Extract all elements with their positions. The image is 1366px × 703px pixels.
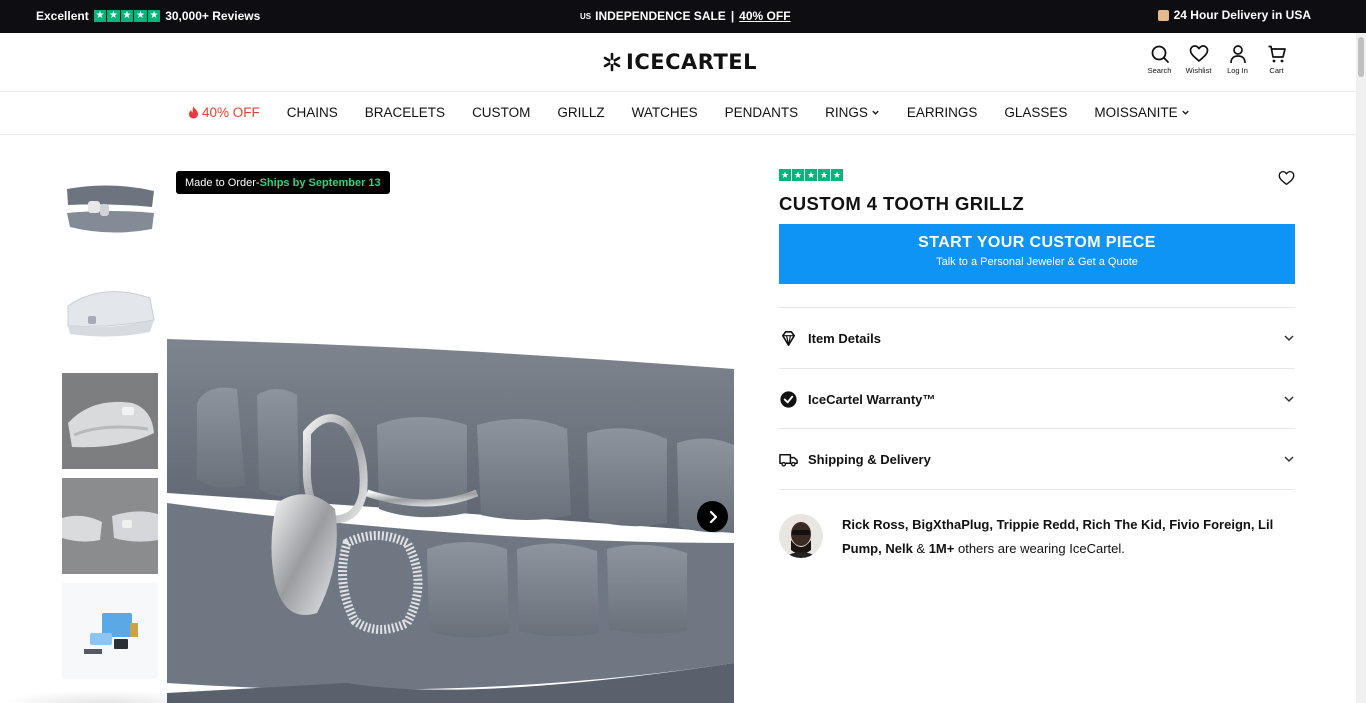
accordion-warranty[interactable]: IceCartel Warranty™ xyxy=(779,368,1295,429)
badge-prefix: Made to Order- xyxy=(185,176,260,189)
celebrity-amp: & xyxy=(912,541,929,556)
logo-text: ICECARTEL xyxy=(626,50,758,74)
thumbnail-grillz-clear[interactable] xyxy=(62,268,158,364)
product-rating-stars-icon[interactable]: ★ ★ ★ ★ ★ xyxy=(779,169,843,181)
sale-announcement[interactable]: US INDEPENDENCE SALE | 40% OFF xyxy=(580,9,791,23)
thumbnail-packaging[interactable] xyxy=(62,583,158,679)
chevron-down-icon xyxy=(1284,456,1294,463)
accordion-label: IceCartel Warranty™ xyxy=(808,391,936,407)
search-label: Search xyxy=(1147,66,1172,75)
page-scrollbar[interactable] xyxy=(1356,33,1366,703)
verified-badge-icon xyxy=(780,390,797,408)
sale-discount-link[interactable]: 40% OFF xyxy=(739,9,790,23)
nav-item-label: CUSTOM xyxy=(472,105,531,120)
login-label: Log In xyxy=(1227,66,1248,75)
nav-item-glasses[interactable]: GLASSES xyxy=(1004,105,1067,120)
grillz-photo xyxy=(167,163,734,703)
delivery-text: 24 Hour Delivery in USA xyxy=(1173,8,1311,22)
cta-subtitle: Talk to a Personal Jeweler & Get a Quote xyxy=(936,256,1138,268)
nav-item-pendants[interactable]: PENDANTS xyxy=(725,105,799,120)
header-actions: Search Wishlist Log In Cart xyxy=(1140,44,1296,75)
badge-ship-date: Ships by September 13 xyxy=(259,176,381,189)
trustpilot-stars-icon: ★ ★ ★ ★ ★ xyxy=(93,9,161,23)
delivery-note: 24 Hour Delivery in USA xyxy=(1157,8,1311,22)
sale-label: INDEPENDENCE SALE xyxy=(595,9,726,23)
nav-item-label: GLASSES xyxy=(1004,105,1068,120)
trustpilot-rating[interactable]: Excellent ★ ★ ★ ★ ★ 30,000+ Reviews xyxy=(36,9,260,23)
celebrity-avatar xyxy=(779,514,823,558)
chevron-down-icon xyxy=(1284,396,1294,403)
chevron-down-icon xyxy=(872,110,879,115)
heart-icon xyxy=(1189,45,1208,62)
celebrity-tail: others are wearing IceCartel. xyxy=(954,541,1125,556)
cart-icon xyxy=(1268,45,1286,63)
accordion-divider xyxy=(779,489,1295,490)
chevron-right-icon xyxy=(709,510,717,523)
chevron-down-icon xyxy=(1182,110,1189,115)
product-title: CUSTOM 4 TOOTH GRILLZ xyxy=(779,193,1025,214)
announcement-bar: Excellent ★ ★ ★ ★ ★ 30,000+ Reviews US INDEP… xyxy=(0,0,1366,33)
ship-date-badge: Made to Order- Ships by September 13 xyxy=(176,171,390,194)
product-thumbnails xyxy=(62,163,158,688)
next-image-button[interactable] xyxy=(697,501,728,532)
wishlist-button[interactable]: Wishlist xyxy=(1179,44,1218,75)
nav-item-custom[interactable]: CUSTOM xyxy=(472,105,530,120)
nav-item-rings[interactable]: RINGS xyxy=(825,105,880,120)
nav-item-label: GRILLZ xyxy=(557,105,605,120)
reviews-count: 30,000+ Reviews xyxy=(165,9,261,23)
nav-item-label: MOISSANITE xyxy=(1094,105,1178,120)
accordion-item-details[interactable]: Item Details xyxy=(779,307,1295,368)
celebrity-text: Rick Ross, BigXthaPlug, Trippie Redd, Ri… xyxy=(842,513,1295,561)
main-navigation: 40% OFF CHAINS BRACELETS CUSTOM GRILLZ W… xyxy=(0,92,1356,135)
chevron-down-icon xyxy=(1284,335,1294,342)
cart-label: Cart xyxy=(1269,66,1284,75)
package-icon xyxy=(1157,9,1169,21)
flame-icon xyxy=(189,106,198,119)
search-button[interactable]: Search xyxy=(1140,44,1179,75)
nav-item-label: BRACELETS xyxy=(364,105,446,120)
nav-item-label: EARRINGS xyxy=(906,105,978,120)
nav-item-label: CHAINS xyxy=(286,105,338,120)
add-to-wishlist-heart-icon[interactable] xyxy=(1278,170,1295,186)
site-header: ICECARTEL Search Wishlist Log In Cart xyxy=(0,33,1356,92)
chat-widget-shadow xyxy=(0,690,210,703)
nav-item-sale[interactable]: 40% OFF xyxy=(188,105,260,120)
diamond-icon xyxy=(781,330,796,346)
nav-item-label: WATCHES xyxy=(631,105,698,120)
user-icon xyxy=(1229,45,1246,64)
accordion-shipping[interactable]: Shipping & Delivery xyxy=(779,428,1295,489)
nav-item-grillz[interactable]: GRILLZ xyxy=(557,105,604,120)
nav-item-label: PENDANTS xyxy=(724,105,799,120)
site-logo[interactable]: ICECARTEL xyxy=(602,50,757,74)
sale-separator: | xyxy=(730,9,735,23)
nav-item-chains[interactable]: CHAINS xyxy=(287,105,338,120)
nav-item-watches[interactable]: WATCHES xyxy=(632,105,698,120)
wishlist-label: Wishlist xyxy=(1185,66,1212,75)
product-main-image[interactable] xyxy=(167,163,734,703)
us-flag-icon: US xyxy=(580,11,592,21)
celebrity-social-proof: Rick Ross, BigXthaPlug, Trippie Redd, Ri… xyxy=(779,513,1295,561)
nav-item-earrings[interactable]: EARRINGS xyxy=(907,105,978,120)
nav-item-label: RINGS xyxy=(825,105,868,120)
search-icon xyxy=(1151,45,1169,63)
thumbnail-grillz-side[interactable] xyxy=(62,478,158,574)
thumbnail-grillz-angle[interactable] xyxy=(62,373,158,469)
cart-button[interactable]: Cart xyxy=(1257,44,1296,75)
nav-item-moissanite[interactable]: MOISSANITE xyxy=(1094,105,1189,120)
login-button[interactable]: Log In xyxy=(1218,44,1257,75)
nav-item-bracelets[interactable]: BRACELETS xyxy=(365,105,445,120)
thumbnail-grillz-front[interactable] xyxy=(62,163,158,259)
scrollbar-thumb[interactable] xyxy=(1358,37,1364,77)
accordion-label: Shipping & Delivery xyxy=(808,451,931,467)
rating-word: Excellent xyxy=(36,9,89,23)
celebrity-count: 1M+ xyxy=(928,541,955,556)
snowflake-logo-icon xyxy=(603,52,621,72)
nav-item-label: 40% OFF xyxy=(202,105,260,120)
accordion-label: Item Details xyxy=(808,330,881,346)
cta-title: START YOUR CUSTOM PIECE xyxy=(918,234,1156,251)
delivery-truck-icon xyxy=(779,453,798,467)
start-custom-piece-button[interactable]: START YOUR CUSTOM PIECE Talk to a Person… xyxy=(779,224,1295,284)
